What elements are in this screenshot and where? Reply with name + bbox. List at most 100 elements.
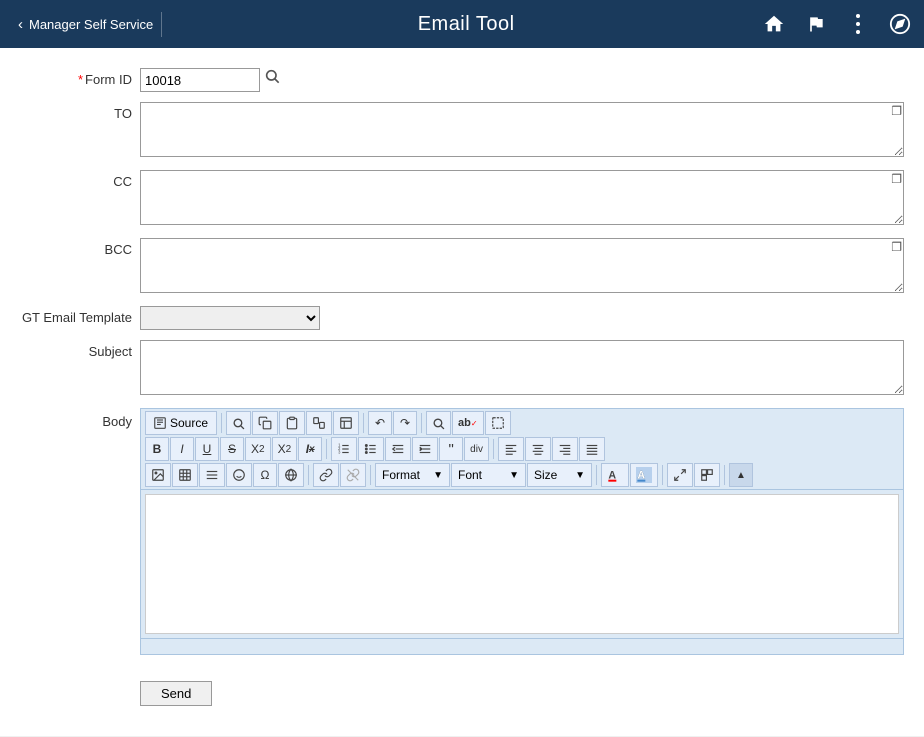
back-label: Manager Self Service: [29, 17, 153, 32]
showblocks-button[interactable]: [694, 463, 720, 487]
link-button[interactable]: [313, 463, 339, 487]
bcc-input[interactable]: [140, 238, 904, 293]
subject-wrapper: [140, 340, 904, 398]
gt-template-row: GT Email Template: [20, 306, 904, 330]
separator-10: [724, 465, 725, 485]
creatediv-button[interactable]: div: [464, 437, 489, 461]
find-button[interactable]: [226, 411, 251, 435]
to-input[interactable]: [140, 102, 904, 157]
redo-button[interactable]: ↷: [393, 411, 417, 435]
separator-4: [326, 439, 327, 459]
svg-text:A: A: [637, 469, 645, 481]
source-button[interactable]: Source: [145, 411, 217, 435]
bgcolor-button[interactable]: AA: [630, 463, 658, 487]
form-id-row: Form ID 10018: [20, 68, 904, 92]
align-center-button[interactable]: [525, 437, 551, 461]
undo-button[interactable]: ↶: [368, 411, 392, 435]
table-button[interactable]: [172, 463, 198, 487]
underline-button[interactable]: U: [195, 437, 219, 461]
strikethrough-button[interactable]: S: [220, 437, 244, 461]
unorderedlist-button[interactable]: [358, 437, 384, 461]
cc-input[interactable]: [140, 170, 904, 225]
outdent-button[interactable]: [385, 437, 411, 461]
templates-button[interactable]: [333, 411, 359, 435]
bold-button[interactable]: B: [145, 437, 169, 461]
superscript-button[interactable]: X2: [272, 437, 298, 461]
size-arrow-icon: ▼: [575, 470, 585, 481]
subject-input[interactable]: [140, 340, 904, 395]
maximize-button[interactable]: [667, 463, 693, 487]
emoticons-button[interactable]: [226, 463, 252, 487]
format-dropdown[interactable]: Format ▼: [375, 463, 450, 487]
orderedlist-button[interactable]: 123: [331, 437, 357, 461]
separator-3: [421, 413, 422, 433]
compass-icon[interactable]: [886, 10, 914, 38]
font-label: Font: [458, 468, 482, 482]
editor-statusbar: [141, 638, 903, 654]
bcc-expand-icon[interactable]: ❐: [891, 240, 902, 254]
svg-text:3: 3: [338, 450, 341, 455]
bcc-row: BCC ❐: [20, 238, 904, 296]
copy-format-button[interactable]: [252, 411, 278, 435]
scroll-up-button[interactable]: ▲: [729, 463, 753, 487]
more-icon[interactable]: [844, 10, 872, 38]
body-label: Body: [20, 408, 140, 429]
unlink-button[interactable]: [340, 463, 366, 487]
form-id-label: Form ID: [20, 68, 140, 87]
body-editor: Source: [140, 408, 904, 655]
header-actions: [760, 10, 914, 38]
bcc-label: BCC: [20, 238, 140, 257]
removeformat-button[interactable]: Ix: [298, 437, 322, 461]
home-icon[interactable]: [760, 10, 788, 38]
font-arrow-icon: ▼: [509, 470, 519, 481]
specialchar-button[interactable]: Ω: [253, 463, 277, 487]
toolbar-row-1: Source: [145, 411, 899, 435]
to-expand-icon[interactable]: ❐: [891, 104, 902, 118]
gt-template-select[interactable]: [140, 306, 320, 330]
subject-row: Subject: [20, 340, 904, 398]
cc-row: CC ❐: [20, 170, 904, 228]
font-dropdown[interactable]: Font ▼: [451, 463, 526, 487]
align-right-button[interactable]: [552, 437, 578, 461]
main-content: Form ID 10018 TO ❐ CC ❐ BCC ❐ GT Email T…: [0, 48, 924, 736]
editor-toolbar: Source: [141, 409, 903, 490]
italic-button[interactable]: I: [170, 437, 194, 461]
fontcolor-button[interactable]: A: [601, 463, 629, 487]
size-dropdown[interactable]: Size ▼: [527, 463, 592, 487]
cc-label: CC: [20, 170, 140, 189]
form-id-input[interactable]: 10018: [140, 68, 260, 92]
toolbar-row-2: B I U S X2 X2 Ix 123: [145, 437, 899, 461]
pagebreak-button[interactable]: [306, 411, 332, 435]
hr-button[interactable]: [199, 463, 225, 487]
paste-button[interactable]: [279, 411, 305, 435]
editor-content[interactable]: [145, 494, 899, 634]
send-button[interactable]: Send: [140, 681, 212, 706]
separator-5: [493, 439, 494, 459]
subscript-button[interactable]: X2: [245, 437, 271, 461]
spellcheck-button[interactable]: ab✓: [452, 411, 484, 435]
svg-text:A: A: [608, 469, 616, 481]
form-id-search-button[interactable]: [264, 68, 280, 89]
iframe-button[interactable]: [278, 463, 304, 487]
to-wrapper: ❐: [140, 102, 904, 160]
image-button[interactable]: [145, 463, 171, 487]
flag-icon[interactable]: [802, 10, 830, 38]
page-title: Email Tool: [172, 13, 760, 36]
format-arrow-icon: ▼: [433, 470, 443, 481]
find-replace-button[interactable]: [426, 411, 451, 435]
blockquote-button[interactable]: ": [439, 437, 463, 461]
separator-7: [370, 465, 371, 485]
source-label: Source: [170, 416, 208, 430]
indent-button[interactable]: [412, 437, 438, 461]
size-label: Size: [534, 468, 557, 482]
toolbar-row-3: Ω Form: [145, 463, 899, 487]
cc-expand-icon[interactable]: ❐: [891, 172, 902, 186]
back-navigation[interactable]: ‹ Manager Self Service: [10, 12, 162, 37]
send-row: Send: [20, 665, 904, 706]
body-row: Body Source: [20, 408, 904, 655]
selectall-button[interactable]: [485, 411, 511, 435]
justify-button[interactable]: [579, 437, 605, 461]
header: ‹ Manager Self Service Email Tool: [0, 0, 924, 48]
align-left-button[interactable]: [498, 437, 524, 461]
format-label: Format: [382, 468, 420, 482]
